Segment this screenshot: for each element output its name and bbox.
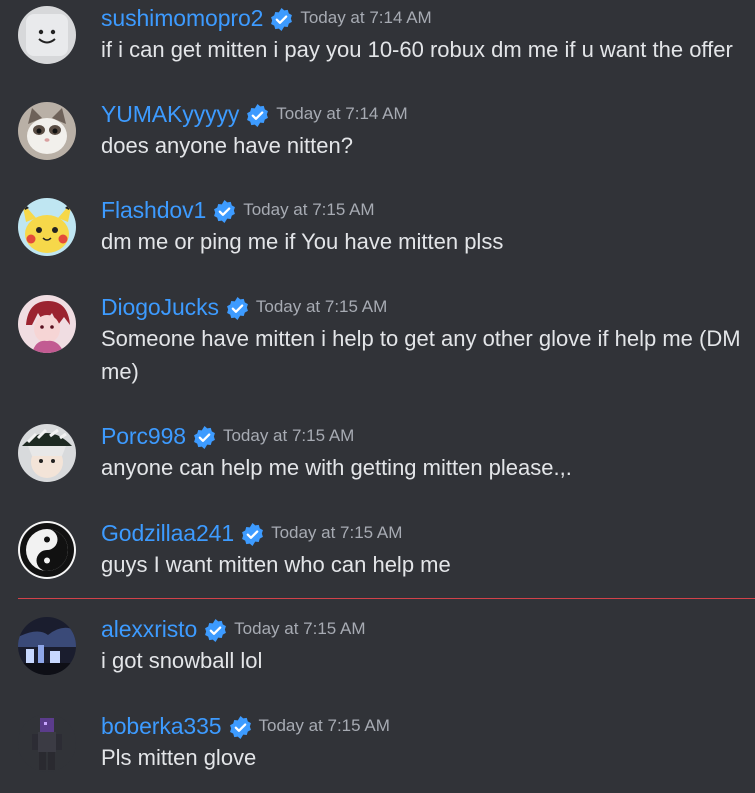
message-header: boberka335 Today at 7:15 AM [101,711,390,741]
message-header: DiogoJucks Today at 7:15 AM [101,292,387,322]
username[interactable]: YUMAKyyyyy [101,101,239,128]
message-text: Someone have mitten i help to get any ot… [101,326,741,384]
roblox-character-avatar-icon[interactable] [18,714,76,772]
message-text: dm me or ping me if You have mitten plss [101,229,504,254]
verified-badge-icon [203,618,228,643]
verified-badge-icon [228,715,253,740]
username[interactable]: DiogoJucks [101,294,219,321]
message-header: sushimomopro2 Today at 7:14 AM [101,3,432,33]
verified-badge-icon [225,296,250,321]
dark-city-avatar-icon[interactable] [18,617,76,675]
message: sushimomopro2 Today at 7:14 AM if i can … [0,3,755,73]
message-text: anyone can help me with getting mitten p… [101,455,572,480]
new-messages-divider [18,598,755,599]
timestamp[interactable]: Today at 7:14 AM [300,8,431,28]
verified-badge-icon [245,103,270,128]
message: YUMAKyyyyy Today at 7:14 AM does anyone … [0,99,755,169]
message-header: Godzillaa241 Today at 7:15 AM [101,518,402,548]
username[interactable]: boberka335 [101,713,222,740]
message-text: if i can get mitten i pay you 10-60 robu… [101,37,733,62]
username[interactable]: Godzillaa241 [101,520,234,547]
kitten-avatar-icon[interactable] [18,102,76,160]
verified-badge-icon [269,7,294,32]
verified-badge-icon [212,199,237,224]
timestamp[interactable]: Today at 7:15 AM [256,297,387,317]
message-header: YUMAKyyyyy Today at 7:14 AM [101,99,408,129]
anime-pink-avatar-icon[interactable] [18,295,76,353]
message: boberka335 Today at 7:15 AM Pls mitten g… [0,711,755,781]
verified-badge-icon [192,425,217,450]
message-text: i got snowball lol [101,648,263,673]
pikachu-avatar-icon[interactable] [18,198,76,256]
message-header: Porc998 Today at 7:15 AM [101,421,354,451]
message: Porc998 Today at 7:15 AM anyone can help… [0,421,755,491]
username[interactable]: alexxristo [101,616,197,643]
message: Godzillaa241 Today at 7:15 AM guys I wan… [0,518,755,588]
message-text: Pls mitten glove [101,745,257,770]
timestamp[interactable]: Today at 7:15 AM [271,523,402,543]
timestamp[interactable]: Today at 7:15 AM [223,426,354,446]
message: Flashdov1 Today at 7:15 AM dm me or ping… [0,195,755,265]
timestamp[interactable]: Today at 7:14 AM [276,104,407,124]
roblox-smile-avatar-icon[interactable] [18,6,76,64]
message-text: guys I want mitten who can help me [101,552,451,577]
timestamp[interactable]: Today at 7:15 AM [243,200,374,220]
username[interactable]: Flashdov1 [101,197,206,224]
yin-yang-avatar-icon[interactable] [18,521,76,579]
verified-badge-icon [240,522,265,547]
username[interactable]: Porc998 [101,423,186,450]
message: DiogoJucks Today at 7:15 AM Someone have… [0,292,755,392]
timestamp[interactable]: Today at 7:15 AM [234,619,365,639]
message-text: does anyone have nitten? [101,133,353,158]
message: alexxristo Today at 7:15 AM i got snowba… [0,614,755,684]
username[interactable]: sushimomopro2 [101,5,263,32]
timestamp[interactable]: Today at 7:15 AM [259,716,390,736]
message-header: alexxristo Today at 7:15 AM [101,614,366,644]
message-header: Flashdov1 Today at 7:15 AM [101,195,375,225]
anime-hat-avatar-icon[interactable] [18,424,76,482]
